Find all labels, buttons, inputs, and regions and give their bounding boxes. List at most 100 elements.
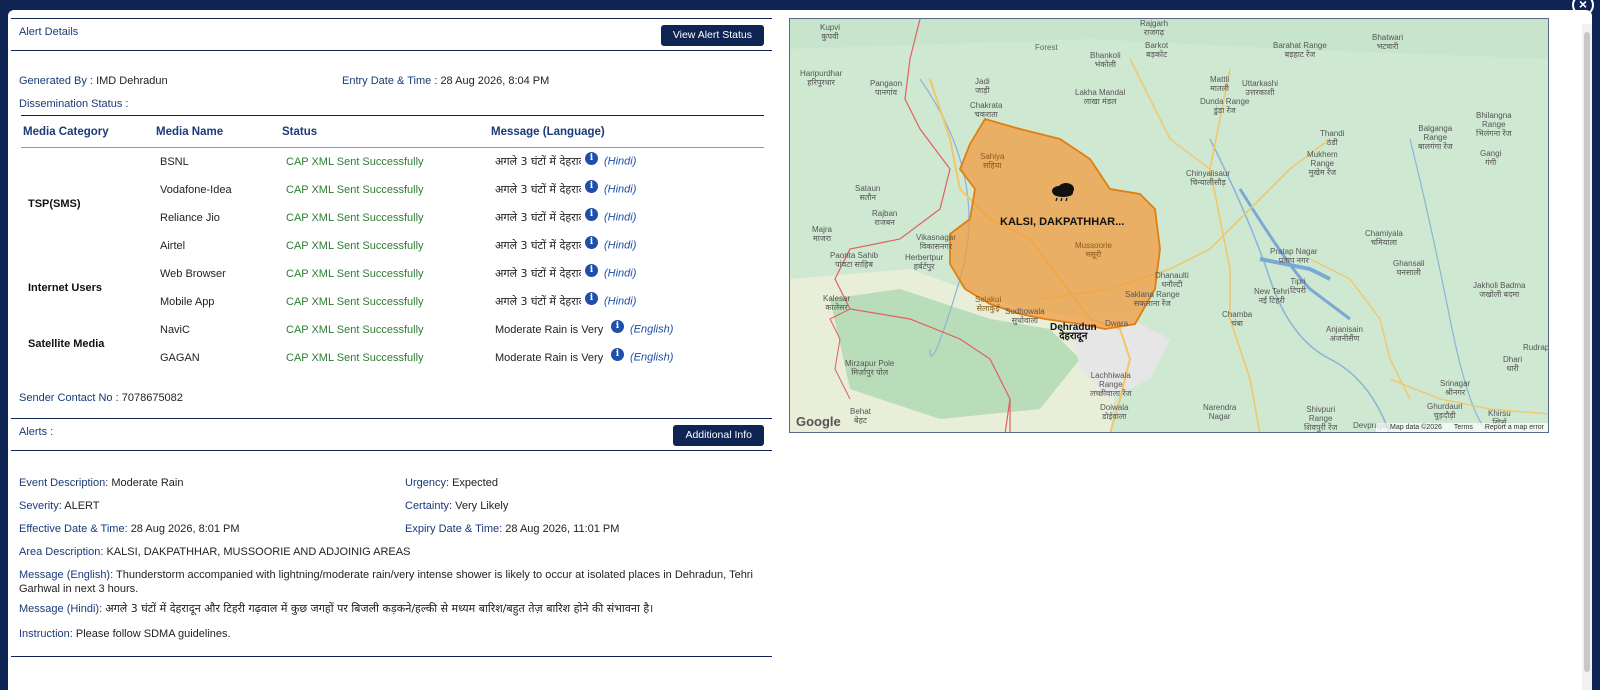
map-label: Behat बेहट <box>850 407 871 425</box>
message-text: अगले 3 घंटों में देहरादून <box>495 239 581 252</box>
info-icon[interactable]: i <box>585 208 598 221</box>
col-header-media-name: Media Name <box>154 115 280 148</box>
category-internet-users: Internet Users <box>28 281 102 294</box>
alert-details-panel: Alert Details View Alert Status Generate… <box>11 18 772 640</box>
map-label-dehradun: Dehradun देहरादून <box>1050 322 1097 342</box>
map-label: Rajban राजबन <box>872 209 898 227</box>
message-cell: अगले 3 घंटों में देहरादून i (Hindi) <box>489 176 764 204</box>
info-icon[interactable]: i <box>585 292 598 305</box>
map-label: Haripurdhar हरिपुरधार <box>800 69 843 87</box>
map-label: Rajgarh राजगढ़ <box>1140 19 1169 37</box>
sender-contact: Sender Contact No : 7078675082 <box>19 392 183 404</box>
message-cell: अगले 3 घंटों में देहरादून i (Hindi) <box>489 148 764 176</box>
media-name: BSNL <box>160 155 189 168</box>
map-label: Mattli मातली <box>1210 75 1230 93</box>
map-label: Dhari धारी <box>1503 355 1523 373</box>
info-icon[interactable]: i <box>585 152 598 166</box>
map-label: Chamba चंबा <box>1222 310 1253 328</box>
modal-scrollbar[interactable] <box>1582 24 1592 690</box>
info-icon[interactable]: i <box>611 348 624 361</box>
info-icon[interactable]: i <box>611 320 624 333</box>
map-area-label: KALSI, DAKPATHHAR... <box>1000 216 1125 228</box>
map-label: Tipri टिपरी <box>1290 277 1306 295</box>
alerts-header: Alerts : Additional Info <box>11 419 772 450</box>
message-text: Moderate Rain is Very Likely <box>495 351 607 364</box>
media-name: GAGAN <box>160 351 200 364</box>
map-label: Saklana Range सकलाना रेंज <box>1125 290 1180 308</box>
map-label: Srinagar श्रीनगर <box>1440 379 1471 397</box>
map-label: Selakui सेलाकुई <box>975 295 1002 313</box>
media-name: Mobile App <box>160 295 215 308</box>
map-label: Lachhiwala Range लच्छीवाला रेंज <box>1090 371 1132 398</box>
urgency: Urgency: Expected <box>405 477 498 489</box>
map-label: Thandi ठंडी <box>1320 129 1345 147</box>
media-name: Reliance Jio <box>160 211 220 224</box>
map-label: Barkot बड़कोट <box>1145 41 1169 59</box>
generated-by: Generated By : IMD Dehradun <box>19 75 168 87</box>
map-label: Barahat Range बड़हाट रेंज <box>1273 41 1327 59</box>
map-label: Dwara <box>1105 319 1129 328</box>
map-label: Majra माजरा <box>812 225 833 243</box>
map-label: Anjanisain अंजनीसैंण <box>1326 325 1363 343</box>
map-label: Sataun सतौन <box>855 184 881 202</box>
severity: Severity: ALERT <box>19 500 100 512</box>
map-label: Paonta Sahib पांवटा साहिब <box>830 251 879 269</box>
language-label: (Hindi) <box>604 155 637 168</box>
map-label: Dhanaulti धनौल्टी <box>1155 271 1189 289</box>
divider <box>11 656 772 657</box>
map-label: Pangaon पानगांव <box>870 79 903 97</box>
info-icon[interactable]: i <box>585 236 598 249</box>
alert-area-map[interactable]: Kupvi कुपवी Haripurdhar हरिपुरधार Pangaon प… <box>789 18 1549 433</box>
instruction: Instruction: Please follow SDMA guidelin… <box>19 628 231 640</box>
alert-details-header: Alert Details View Alert Status <box>11 19 772 50</box>
info-icon[interactable]: i <box>585 264 598 277</box>
message-english: Message (English): Thunderstorm accompan… <box>19 569 753 595</box>
map-label: Doiwala डोईवाला <box>1100 403 1129 421</box>
dissemination-table: Media Category Media Name Status Message… <box>21 115 764 372</box>
info-icon[interactable]: i <box>585 180 598 193</box>
map-label: Chamiyala चमियाला <box>1365 229 1403 247</box>
col-header-message: Message (Language) <box>489 115 764 148</box>
map-label: Dunda Range डुंडा रेंज <box>1200 97 1250 115</box>
media-name: Web Browser <box>160 267 226 280</box>
map-label: Shivpuri Range शिवपुरी रेंज <box>1304 405 1338 432</box>
map-label: Chakrata चकराता <box>970 101 1003 119</box>
media-name: Vodafone-Idea <box>160 183 232 196</box>
status-text: CAP XML Sent Successfully <box>286 183 424 196</box>
report-map-error-link[interactable]: Report a map error <box>1485 424 1544 431</box>
divider <box>11 50 772 51</box>
message-text: अगले 3 घंटों में देहरादून <box>495 267 581 280</box>
area-description: Area Description: KALSI, DAKPATHHAR, MUS… <box>19 546 411 558</box>
section-title: Alerts : <box>19 426 54 438</box>
message-cell: अगले 3 घंटों में देहरादून i (Hindi) <box>489 232 764 260</box>
message-text: अगले 3 घंटों में देहरादून <box>495 183 581 196</box>
view-alert-status-button[interactable]: View Alert Status <box>660 25 764 46</box>
message-text: अगले 3 घंटों में देहरादून <box>495 211 581 224</box>
additional-info-button[interactable]: Additional Info <box>673 425 764 446</box>
rain-cloud-icon <box>1050 181 1076 203</box>
map-label: Lakha Mandal लाखा मंडल <box>1075 88 1126 106</box>
map-label: Kalesar कालेसर <box>823 294 851 312</box>
dissemination-status-label: Dissemination Status : <box>19 98 129 110</box>
language-label: (Hindi) <box>604 295 637 308</box>
map-label: Narendra Nagar <box>1203 403 1237 421</box>
map-label: Bhatwari भटवारी <box>1372 33 1404 51</box>
top-strip <box>0 0 1600 10</box>
map-label: Gangi गंगी <box>1480 149 1502 167</box>
scrollbar-thumb[interactable] <box>1584 32 1590 672</box>
certainty: Certainty: Very Likely <box>405 500 509 512</box>
map-label: Kupvi कुपवी <box>820 23 841 41</box>
map-label: Rudrap <box>1523 343 1549 352</box>
alert-modal: Alert Details View Alert Status Generate… <box>8 10 1592 690</box>
message-cell: अगले 3 घंटों में देहरादून i (Hindi) <box>489 288 764 316</box>
language-label: (Hindi) <box>604 239 637 252</box>
category-tsp-sms: TSP(SMS) <box>28 197 81 210</box>
google-logo: Google <box>796 414 841 429</box>
section-title: Alert Details <box>19 26 79 38</box>
entry-date-time: Entry Date & Time : 28 Aug 2026, 8:04 PM <box>342 75 550 87</box>
category-satellite-media: Satellite Media <box>28 337 105 350</box>
terms-link[interactable]: Terms <box>1454 424 1473 431</box>
status-text: CAP XML Sent Successfully <box>286 155 424 168</box>
map-label: Bhankoli भंकोली <box>1090 51 1121 69</box>
language-label: (Hindi) <box>604 183 637 196</box>
